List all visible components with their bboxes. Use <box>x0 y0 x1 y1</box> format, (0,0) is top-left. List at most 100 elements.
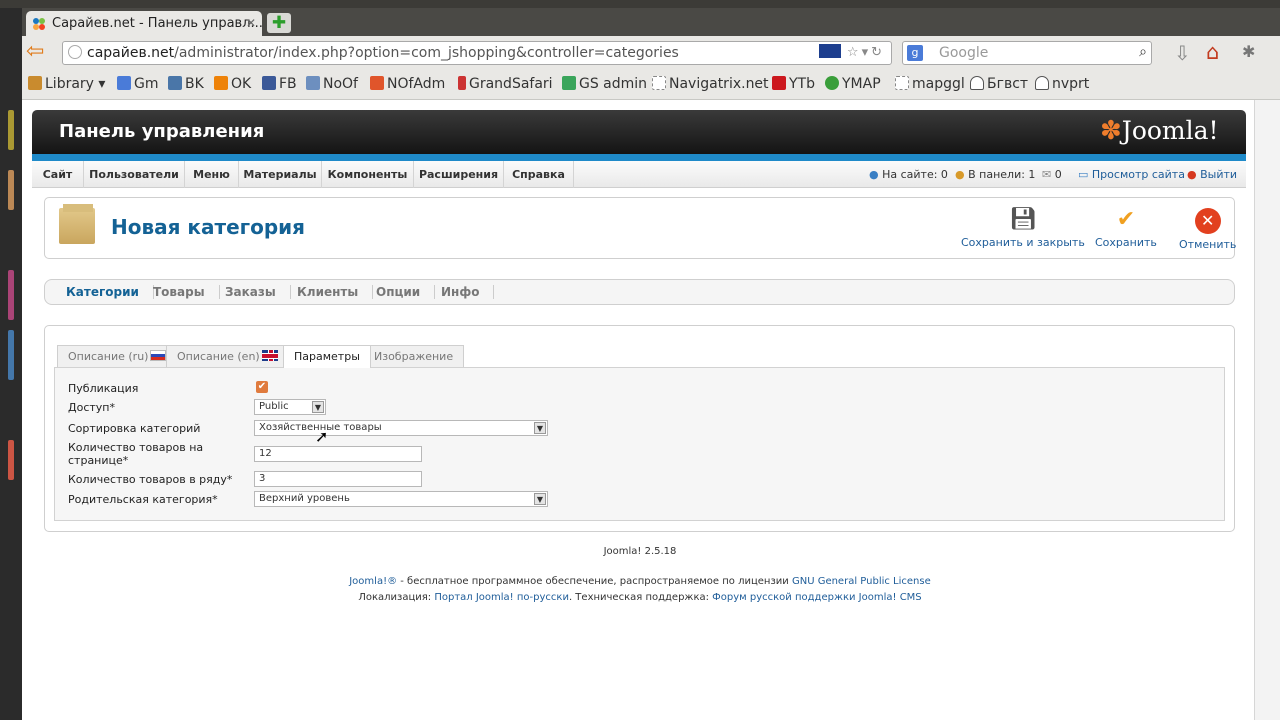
users-online-status: ● На сайте: 0 <box>869 168 948 181</box>
home-icon[interactable]: ⌂ <box>1206 40 1219 64</box>
tab-description-ru[interactable]: Описание (ru) <box>57 345 178 367</box>
tab-description-en[interactable]: Описание (en) <box>166 345 289 367</box>
bookmark-item[interactable]: GS admin <box>562 76 647 92</box>
category-box-icon <box>59 204 95 244</box>
header-accent-bar <box>32 154 1246 161</box>
check-icon: ✔ <box>1116 207 1136 232</box>
tab-image[interactable]: Изображение <box>363 345 465 367</box>
subnav-products[interactable]: Товары <box>153 285 220 299</box>
edit-form: Описание (ru) Описание (en) Параметры Из… <box>44 325 1235 532</box>
person-icon <box>970 76 984 90</box>
access-select[interactable]: Public ▼ <box>254 399 326 415</box>
address-bar[interactable]: сарайев.net/administrator/index.php?opti… <box>62 41 892 65</box>
dropdown-arrow-icon: ▼ <box>534 493 546 505</box>
bookmark-item[interactable]: nvprt <box>1035 76 1089 92</box>
back-arrow-icon[interactable]: ⇦ <box>26 41 44 63</box>
preview-site-link[interactable]: ▭ Просмотр сайта <box>1078 168 1185 181</box>
bookmark-item[interactable]: OK <box>214 76 251 92</box>
subnav-orders[interactable]: Заказы <box>225 285 291 299</box>
parent-label: Родительская категория* <box>68 493 218 506</box>
messages-status[interactable]: ✉ 0 <box>1042 168 1062 181</box>
browser-nav-bar: ⇦ сарайев.net/administrator/index.php?op… <box>22 36 1280 70</box>
bookmark-item[interactable]: NoOf <box>306 76 358 92</box>
vk-icon <box>168 76 182 90</box>
os-top-bar <box>0 0 1280 8</box>
browser-tab[interactable]: Сарайев.net - Панель управл... ✕ <box>26 11 262 37</box>
search-box[interactable]: g Google ⌕ <box>902 41 1152 65</box>
search-icon[interactable]: ⌕ <box>1139 44 1147 60</box>
au-flag-icon <box>818 44 841 58</box>
menu-item-content[interactable]: Материалы <box>239 161 322 188</box>
cancel-button[interactable]: ✕ Отменить <box>1179 208 1236 251</box>
close-tab-icon[interactable]: ✕ <box>246 16 256 30</box>
mail-icon: ✉ <box>1042 168 1052 181</box>
uk-flag-icon <box>261 350 278 361</box>
tab-parameters[interactable]: Параметры <box>283 345 371 368</box>
sort-select[interactable]: Хозяйственные товары ▼ <box>254 420 548 436</box>
bookmark-item[interactable]: Gm <box>117 76 159 92</box>
menu-item-extensions[interactable]: Расширения <box>414 161 504 188</box>
mouse-cursor-icon: ➚ <box>315 427 329 446</box>
menu-item-users[interactable]: Пользователи <box>84 161 185 188</box>
joomla-logo: ✽Joomla! <box>1100 116 1219 146</box>
bookmark-item[interactable]: mapggl <box>895 76 965 92</box>
dropdown-arrow-icon: ▼ <box>312 401 324 413</box>
subnav-clients[interactable]: Клиенты <box>297 285 374 299</box>
portal-link[interactable]: Портал Joomla! по-русски <box>434 592 569 603</box>
download-icon[interactable]: ⇩ <box>1174 41 1191 65</box>
bookmark-item[interactable]: YTb <box>772 76 815 92</box>
subnav-options[interactable]: Опции <box>376 285 436 299</box>
parameters-panel: Публикация ✔ Доступ* Public ▼ Сортировка … <box>54 367 1225 521</box>
publish-checkbox[interactable]: ✔ <box>256 381 268 393</box>
floppy-disk-icon: 💾︎ <box>1008 207 1037 232</box>
joomla-logo-icon: ✽ <box>1100 116 1122 146</box>
bookmark-item[interactable]: Navigatrix.net <box>652 76 769 92</box>
new-tab-button[interactable]: ✚ <box>267 13 291 33</box>
youtube-icon <box>772 76 786 90</box>
bookmark-item[interactable]: FB <box>262 76 297 92</box>
menu-item-help[interactable]: Справка <box>504 161 574 188</box>
menu-item-components[interactable]: Компоненты <box>322 161 414 188</box>
menu-item-site[interactable]: Сайт <box>32 161 84 188</box>
folder-icon <box>28 76 42 90</box>
admin-header-title: Панель управления <box>59 121 265 142</box>
site-icon <box>306 76 320 90</box>
access-label: Доступ* <box>68 401 115 414</box>
admins-icon: ● <box>955 168 965 181</box>
subnav-info[interactable]: Инфо <box>441 285 495 299</box>
bookmark-item[interactable]: NOfAdm <box>370 76 445 92</box>
ok-icon <box>214 76 228 90</box>
page-icon <box>895 76 909 90</box>
forum-link[interactable]: Форум русской поддержки Joomla! CMS <box>712 592 922 603</box>
tab-title: Сарайев.net - Панель управл... <box>52 16 262 31</box>
logout-link[interactable]: ● Выйти <box>1187 168 1237 181</box>
bookmark-item[interactable]: GrandSafari <box>458 76 553 92</box>
browser-tab-bar: Сарайев.net - Панель управл... ✕ ✚ <box>22 8 1280 37</box>
dropdown-arrow-icon: ▼ <box>534 422 546 434</box>
globe-icon <box>68 45 82 59</box>
joomla-link[interactable]: Joomla!® <box>349 576 397 587</box>
scrollbar[interactable] <box>1254 60 1280 720</box>
bookmark-item[interactable]: YMAP <box>825 76 881 92</box>
gmail-icon <box>117 76 131 90</box>
per-row-label: Количество товаров в ряду* <box>68 473 233 486</box>
power-icon: ● <box>1187 168 1197 181</box>
save-button[interactable]: ✔ Сохранить <box>1095 207 1157 250</box>
joomla-icon <box>370 76 384 90</box>
address-bar-actions[interactable]: ☆▾↻ <box>818 44 885 60</box>
version-text: Joomla! 2.5.18 <box>603 546 677 557</box>
component-subnav: Категории Товары Заказы Клиенты Опции Ин… <box>44 279 1235 305</box>
per-row-input[interactable]: 3 <box>254 471 422 487</box>
monitor-icon: ▭ <box>1078 168 1089 181</box>
gpl-link[interactable]: GNU General Public License <box>792 576 931 587</box>
menu-item-menus[interactable]: Меню <box>185 161 239 188</box>
save-close-button[interactable]: 💾︎ Сохранить и закрыть <box>961 207 1085 250</box>
subnav-categories[interactable]: Категории <box>66 285 154 299</box>
extension-icon[interactable]: ✱ <box>1242 42 1255 61</box>
bookmark-item[interactable]: BK <box>168 76 204 92</box>
bookmark-item[interactable]: Бгвст <box>970 76 1028 92</box>
bookmark-item[interactable]: Library ▾ <box>28 76 105 92</box>
per-page-input[interactable]: 12 <box>254 446 422 462</box>
parent-select[interactable]: Верхний уровень ▼ <box>254 491 548 507</box>
sort-label: Сортировка категорий <box>68 422 201 435</box>
